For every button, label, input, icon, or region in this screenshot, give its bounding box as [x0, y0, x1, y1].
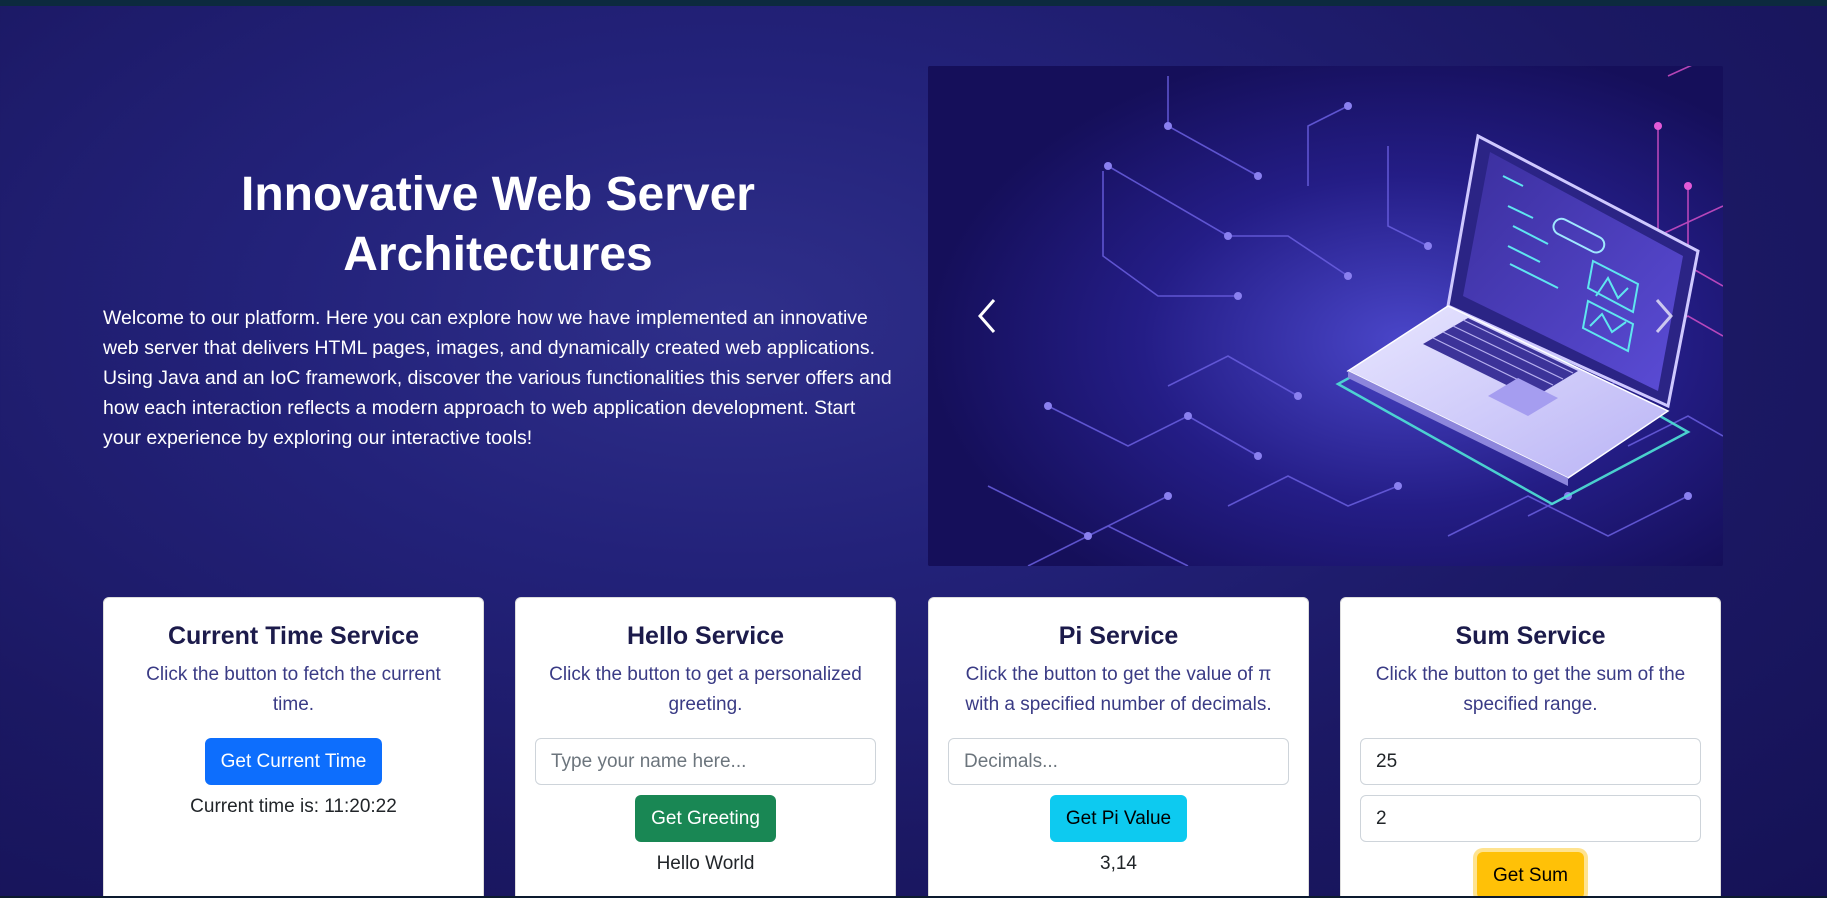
sum-card: Sum Service Click the button to get the …: [1340, 597, 1721, 898]
pi-card: Pi Service Click the button to get the v…: [928, 597, 1309, 898]
card-title: Hello Service: [626, 622, 785, 650]
get-sum-button[interactable]: Get Sum: [1477, 852, 1584, 898]
range-start-input[interactable]: [1360, 738, 1701, 785]
greeting-result: Hello World: [656, 853, 755, 874]
card-text: Click the button to get the value of π w…: [965, 664, 1272, 715]
card-title: Sum Service: [1455, 622, 1606, 650]
name-input[interactable]: [535, 738, 876, 785]
get-current-time-button[interactable]: Get Current Time: [204, 738, 383, 785]
time-result: Current time is: 11:20:22: [190, 796, 397, 817]
card-text: Click the button to fetch the current ti…: [146, 664, 441, 715]
card-text: Click the button to get a personalized g…: [549, 664, 862, 715]
hero-title: Innovative Web Server Architectures: [241, 168, 755, 281]
chevron-right-icon: [1655, 299, 1673, 333]
pi-result: 3,14: [1100, 853, 1137, 874]
current-time-card: Current Time Service Click the button to…: [103, 597, 484, 898]
top-border: [0, 0, 1827, 6]
image-carousel: [928, 66, 1723, 566]
chevron-left-icon: [978, 299, 996, 333]
services-section: Current Time Service Click the button to…: [103, 597, 1723, 898]
range-end-input[interactable]: [1360, 795, 1701, 842]
decimals-input[interactable]: [948, 738, 1289, 785]
carousel-next-button[interactable]: [1603, 66, 1723, 566]
card-title: Pi Service: [1058, 622, 1179, 650]
get-greeting-button[interactable]: Get Greeting: [635, 795, 776, 842]
card-text: Click the button to get the sum of the s…: [1375, 664, 1686, 715]
get-pi-button[interactable]: Get Pi Value: [1049, 795, 1188, 842]
carousel-prev-button[interactable]: [928, 66, 1048, 566]
card-title: Current Time Service: [167, 622, 420, 650]
hero-description: Welcome to our platform. Here you can ex…: [103, 307, 892, 449]
hello-card: Hello Service Click the button to get a …: [515, 597, 896, 898]
hero-section: Innovative Web Server Architectures Welc…: [103, 165, 893, 453]
